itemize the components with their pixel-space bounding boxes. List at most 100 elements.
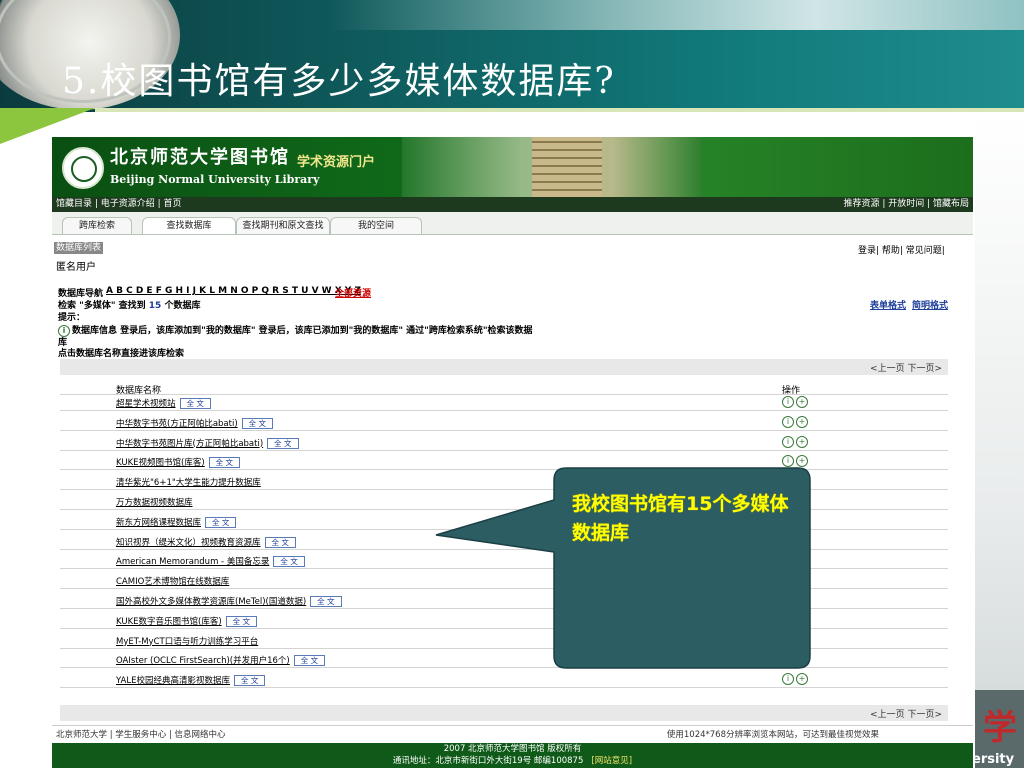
info-icon[interactable]: i: [782, 653, 794, 666]
add-to-my-databases-icon[interactable]: +: [796, 574, 808, 587]
pager-top[interactable]: <上一页 下一页>: [870, 361, 942, 374]
database-link[interactable]: OAIster (OCLC FirstSearch)(并发用户16个) 全 文: [116, 654, 326, 667]
tab-cross-search[interactable]: 跨库检索: [62, 217, 132, 234]
footer-address-line: 通讯地址：北京市新街口外大街19号 邮编100875 [网站意见]: [52, 755, 973, 767]
tab-my-space[interactable]: 我的空间: [330, 217, 422, 234]
database-link[interactable]: MyET-MyCT口语与听力训练学习平台: [116, 635, 258, 647]
add-to-my-databases-icon[interactable]: +: [796, 653, 808, 666]
library-screenshot: 北京师范大学图书馆 Beijing Normal University Libr…: [52, 137, 973, 768]
database-link[interactable]: 万方数据视频数据库: [116, 496, 193, 508]
top-nav-left-links[interactable]: 馆藏目录 | 电子资源介绍 | 首页: [56, 197, 182, 212]
info-icon[interactable]: i: [782, 613, 794, 626]
top-nav-right-links[interactable]: 推荐资源 | 开放时间 | 馆藏布局: [843, 197, 969, 212]
database-link[interactable]: 超星学术视频站全 文: [116, 397, 211, 409]
info-icon[interactable]: i: [782, 574, 794, 587]
database-link[interactable]: 中华数字书苑图片库(方正阿帕比abati) 全 文: [116, 437, 299, 449]
footer-copyright: 2007 北京师范大学图书馆 版权所有: [443, 744, 582, 754]
row-ops: i +: [782, 475, 810, 488]
row-divider: [60, 647, 948, 649]
info-icon[interactable]: i: [782, 554, 794, 567]
add-to-my-databases-icon[interactable]: +: [796, 613, 808, 626]
fulltext-button[interactable]: 全 文: [241, 417, 274, 429]
search-result-suffix: 个数据库: [164, 301, 201, 311]
row-ops: i +: [782, 455, 810, 468]
database-link[interactable]: 新东方网络课程数据库全 文: [116, 516, 237, 528]
info-icon[interactable]: i: [782, 594, 794, 606]
fulltext-button[interactable]: 全 文: [310, 596, 342, 607]
info-icon[interactable]: i: [782, 396, 794, 408]
feedback-link[interactable]: [网站意见]: [591, 756, 632, 766]
top-nav: 馆藏目录 | 电子资源介绍 | 首页 推荐资源 | 开放时间 | 馆藏布局: [52, 197, 973, 212]
add-to-my-databases-icon[interactable]: +: [796, 633, 808, 646]
info-icon[interactable]: i: [782, 633, 794, 646]
add-to-my-databases-icon[interactable]: +: [796, 415, 808, 428]
right-decoration: [975, 112, 1024, 768]
database-link[interactable]: KUKE数字音乐图书馆(库客) 全 文: [116, 615, 258, 627]
info-icon[interactable]: i: [782, 455, 794, 468]
row-ops: i +: [782, 554, 810, 567]
library-header: 北京师范大学图书馆 Beijing Normal University Libr…: [52, 137, 973, 197]
section-label: 数据库列表: [54, 242, 104, 254]
fulltext-button[interactable]: 全 文: [205, 516, 237, 528]
fulltext-button[interactable]: 全 文: [264, 536, 296, 548]
portal-title: 学术资源门户: [297, 155, 376, 170]
row-divider: [60, 548, 948, 550]
result-count: 15: [148, 301, 162, 311]
row-ops: i +: [782, 613, 810, 626]
database-link[interactable]: 国外高校外文多媒体教学资源库(MeTel)(国道数据) 全 文: [116, 595, 342, 607]
add-to-my-databases-icon[interactable]: +: [796, 594, 808, 606]
row-divider: [60, 627, 948, 629]
hint-line-2: 点击数据库名称直接进该库检索: [58, 349, 185, 359]
fulltext-button[interactable]: 全 文: [233, 675, 266, 687]
database-link[interactable]: CAMIO艺术博物馆在线数据库: [116, 575, 229, 587]
tab-find-journal[interactable]: 查找期刊和原文查找: [236, 217, 330, 234]
view-table-link[interactable]: 表单格式: [870, 298, 906, 311]
row-divider: [60, 509, 948, 510]
tab-bar: 跨库检索 查找数据库 查找期刊和原文查找 我的空间: [52, 212, 973, 235]
add-to-my-databases-icon[interactable]: +: [796, 673, 808, 686]
pager-bottom[interactable]: <上一页 下一页>: [870, 707, 942, 720]
info-icon[interactable]: i: [782, 475, 794, 488]
library-name-cn: 北京师范大学图书馆: [110, 147, 290, 168]
row-divider: [60, 410, 948, 411]
database-link[interactable]: 中华数字书苑(方正阿帕比abati) 全 文: [116, 417, 274, 429]
library-name-en: Beijing Normal University Library: [110, 173, 320, 186]
row-ops: i +: [782, 415, 810, 428]
add-to-my-databases-icon[interactable]: +: [796, 396, 808, 408]
add-to-my-databases-icon[interactable]: +: [796, 475, 808, 488]
row-ops: i +: [782, 396, 810, 408]
row-divider: [60, 528, 948, 530]
university-logo-char: 学: [983, 708, 1017, 748]
add-to-my-databases-icon[interactable]: +: [796, 455, 808, 468]
database-link[interactable]: 清华紫光"6+1"大学生能力提升数据库: [116, 476, 261, 488]
fulltext-button[interactable]: 全 文: [225, 615, 258, 627]
view-brief-link[interactable]: 简明格式: [912, 298, 948, 311]
fulltext-button[interactable]: 全 文: [208, 457, 241, 469]
row-ops: i +: [782, 633, 810, 646]
row-ops: i +: [782, 594, 810, 606]
fulltext-button[interactable]: 全 文: [179, 398, 211, 409]
row-divider: [60, 469, 948, 471]
add-to-my-databases-icon[interactable]: +: [796, 554, 808, 567]
row-divider: [60, 608, 948, 609]
database-link[interactable]: American Memorandum - 美国备忘录全 文: [116, 555, 305, 568]
database-link[interactable]: 知识视界（缇米文化）视频教育资源库全 文: [116, 536, 296, 548]
row-divider: [60, 568, 948, 570]
fulltext-button[interactable]: 全 文: [293, 655, 326, 667]
info-icon[interactable]: i: [782, 435, 794, 448]
add-to-my-databases-icon[interactable]: +: [796, 435, 808, 448]
info-icon[interactable]: i: [782, 415, 794, 428]
database-link[interactable]: KUKE视频图书馆(库客) 全 文: [116, 456, 241, 469]
fulltext-button[interactable]: 全 文: [273, 556, 305, 568]
alphabet-nav[interactable]: A B C D E F G H I J K L M N O P Q R S T …: [106, 286, 361, 296]
footer-left-links[interactable]: 北京师范大学 | 学生服务中心 | 信息网络中心: [56, 726, 226, 744]
all-resources-link[interactable]: 全部资源: [335, 286, 371, 299]
callout-text: 我校图书馆有15个多媒体数据库: [572, 493, 789, 544]
row-ops: i +: [782, 435, 810, 448]
row-ops: i +: [782, 574, 810, 587]
login-help-links[interactable]: 登录| 帮助| 常见问题|: [858, 243, 945, 256]
fulltext-button[interactable]: 全 文: [267, 437, 299, 449]
database-link[interactable]: YALE校园经典高清影视数据库全 文: [116, 674, 266, 687]
info-icon[interactable]: i: [782, 673, 794, 686]
tab-find-database[interactable]: 查找数据库: [142, 217, 236, 234]
